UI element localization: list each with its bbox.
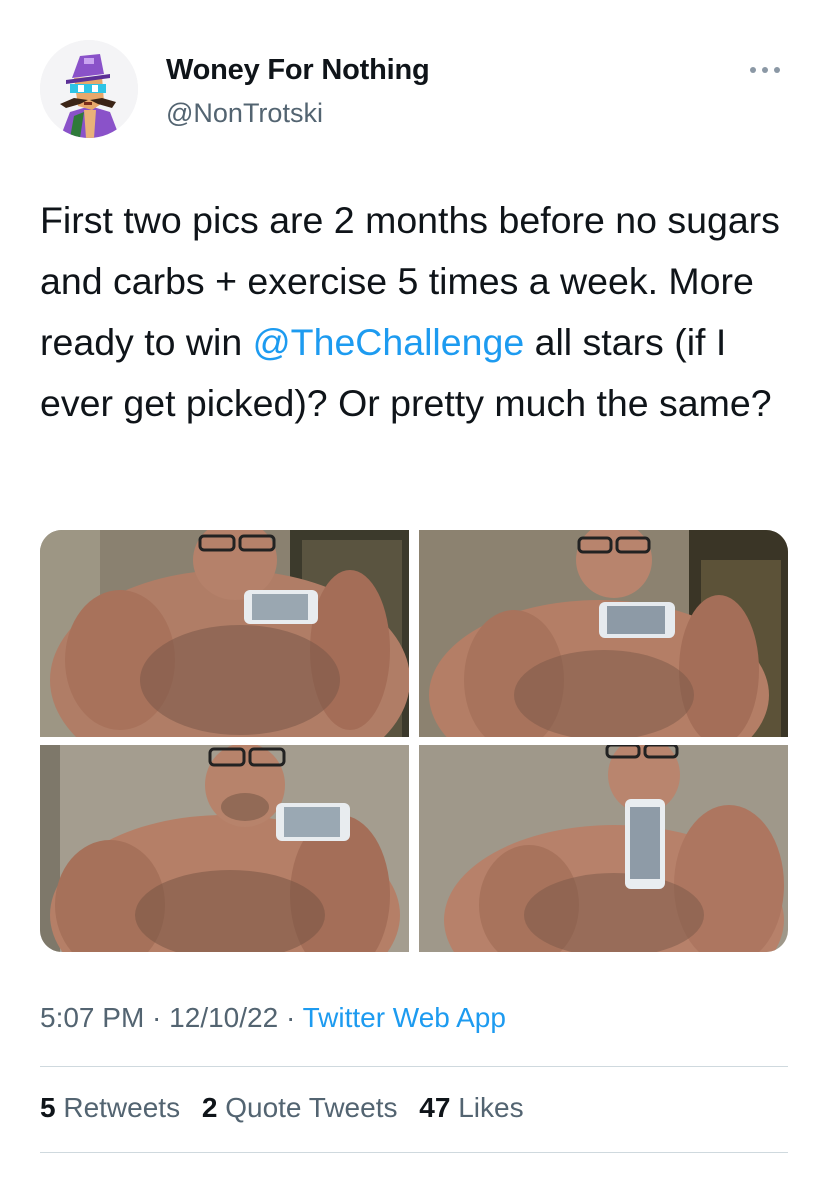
display-name[interactable]: Woney For Nothing — [166, 54, 430, 87]
photo-grid — [40, 530, 788, 952]
tweet-time[interactable]: 5:07 PM — [40, 1002, 144, 1033]
user-handle[interactable]: @NonTrotski — [166, 98, 323, 129]
tweet-photo[interactable] — [40, 530, 409, 737]
quote-tweets-stat[interactable]: 2 Quote Tweets — [202, 1092, 398, 1123]
tweet-metadata: 5:07 PM · 12/10/22 · Twitter Web App — [40, 1002, 506, 1034]
likes-stat[interactable]: 47 Likes — [419, 1092, 523, 1123]
tweet-photo[interactable] — [40, 745, 409, 952]
tweet-text: First two pics are 2 months before no su… — [40, 190, 788, 434]
tweet-photo[interactable] — [419, 530, 788, 737]
cartoon-avatar-icon — [40, 40, 138, 138]
quote-tweets-count: 2 — [201, 1092, 218, 1123]
retweets-count: 5 — [40, 1092, 56, 1123]
tweet-source[interactable]: Twitter Web App — [303, 1002, 506, 1033]
quote-tweets-label: Quote Tweets — [225, 1092, 398, 1123]
divider — [40, 1066, 788, 1067]
tweet-stats: 5 Retweets 2 Quote Tweets 47 Likes — [40, 1092, 538, 1124]
divider — [40, 1152, 788, 1153]
likes-label: Likes — [458, 1092, 524, 1123]
separator-dot: · — [144, 1002, 170, 1033]
avatar[interactable] — [40, 40, 138, 138]
tweet-date[interactable]: 12/10/22 — [169, 1002, 278, 1033]
mention-link[interactable]: @TheChallenge — [253, 321, 525, 363]
tweet-header: Woney For Nothing @NonTrotski — [40, 40, 788, 150]
separator-dot: · — [278, 1002, 303, 1033]
likes-count: 47 — [419, 1092, 451, 1123]
retweets-label: Retweets — [63, 1092, 181, 1123]
retweets-stat[interactable]: 5 Retweets — [40, 1092, 180, 1123]
more-options-icon[interactable] — [748, 64, 782, 76]
tweet-photo[interactable] — [419, 745, 788, 952]
